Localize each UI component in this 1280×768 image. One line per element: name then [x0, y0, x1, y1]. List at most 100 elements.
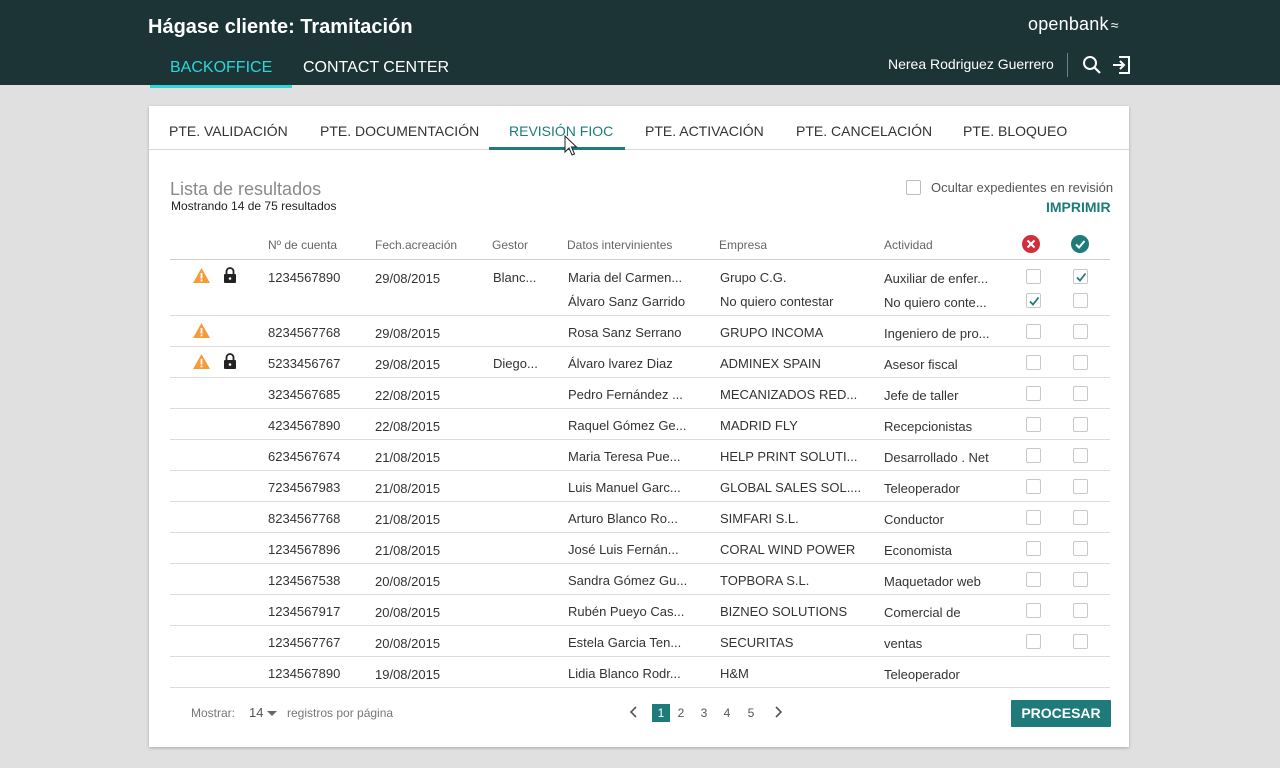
lock-icon [223, 267, 237, 283]
page-size-select[interactable]: 14 [249, 705, 278, 720]
cell-created-date: 20/08/2015 [375, 636, 441, 651]
cell-account[interactable]: 6234567674 [268, 449, 340, 464]
reject-checkbox[interactable] [1026, 634, 1041, 649]
approve-checkbox[interactable] [1073, 448, 1088, 463]
per-page-label: registros por página [287, 706, 394, 720]
approve-checkbox[interactable] [1073, 603, 1088, 618]
cell-account[interactable]: 1234567538 [268, 573, 340, 588]
cell-activity: No quiero conte... [884, 295, 987, 310]
cell-participant: Rosa Sanz Serrano [568, 325, 682, 340]
table-row[interactable]: 1234567890 19/08/2015 Lidia Blanco Rodr...… [170, 657, 1110, 688]
tab-revision-fioc[interactable]: REVISIÓN FIOC [509, 123, 613, 139]
hide-in-review-checkbox[interactable] [906, 180, 921, 195]
tab-pte-bloqueo[interactable]: PTE. BLOQUEO [963, 123, 1067, 139]
reject-checkbox[interactable] [1026, 510, 1041, 525]
tab-pte-activacion[interactable]: PTE. ACTIVACIÓN [645, 123, 764, 139]
cell-account[interactable]: 1234567890 [268, 666, 340, 681]
cell-created-date: 21/08/2015 [375, 450, 441, 465]
nav-tab-contact-center[interactable]: CONTACT CENTER [303, 59, 449, 85]
print-button[interactable]: IMPRIMIR [1046, 199, 1111, 215]
active-tab-indicator [489, 147, 625, 150]
cell-account[interactable]: 3234567685 [268, 387, 340, 402]
table-row[interactable]: 1234567767 20/08/2015 Estela Garcia Ten...… [170, 626, 1110, 657]
page-4[interactable]: 4 [718, 704, 736, 722]
approve-checkbox[interactable] [1073, 541, 1088, 556]
table-row[interactable]: 8234567768 21/08/2015 Arturo Blanco Ro... S… [170, 502, 1110, 533]
reject-checkbox[interactable] [1026, 479, 1041, 494]
approve-checkbox[interactable] [1073, 510, 1088, 525]
reject-checkbox[interactable] [1026, 293, 1041, 308]
table-row[interactable]: 3234567685 22/08/2015 Pedro Fernández ... M… [170, 378, 1110, 409]
cell-account[interactable]: 4234567890 [268, 418, 340, 433]
reject-checkbox[interactable] [1026, 541, 1041, 556]
page-size-value: 14 [249, 705, 264, 720]
approve-checkbox[interactable] [1073, 417, 1088, 432]
page-1[interactable]: 1 [652, 704, 670, 722]
table-row[interactable]: 5233456767 29/08/2015 Diego... Álvaro lvare… [170, 347, 1110, 378]
next-page-icon[interactable] [772, 705, 784, 719]
table-row[interactable]: 1234567890 29/08/2015 Blanc... Maria del Ca… [170, 261, 1110, 316]
table-row[interactable]: 6234567674 21/08/2015 Maria Teresa Pue... H… [170, 440, 1110, 471]
col-account[interactable]: Nº de cuenta [268, 238, 337, 252]
cell-company: Grupo C.G. [720, 270, 787, 285]
cell-participant: Lidia Blanco Rodr... [568, 666, 681, 681]
cell-account[interactable]: 8234567768 [268, 511, 340, 526]
reject-checkbox[interactable] [1026, 355, 1041, 370]
table-row[interactable]: 1234567896 21/08/2015 José Luis Fernán... C… [170, 533, 1110, 564]
approve-checkbox[interactable] [1073, 479, 1088, 494]
page-2[interactable]: 2 [672, 704, 690, 722]
cell-activity: Maquetador web [884, 574, 981, 589]
approve-checkbox[interactable] [1073, 386, 1088, 401]
col-participants[interactable]: Datos intervinientes [567, 238, 672, 252]
table-row[interactable]: 8234567768 29/08/2015 Rosa Sanz Serrano GRU… [170, 316, 1110, 347]
tab-pte-validacion[interactable]: PTE. VALIDACIÓN [169, 123, 288, 139]
page-5[interactable]: 5 [742, 704, 760, 722]
approve-checkbox[interactable] [1073, 355, 1088, 370]
table-row[interactable]: 4234567890 22/08/2015 Raquel Gómez Ge... MA… [170, 409, 1110, 440]
cell-company: GRUPO INCOMA [720, 325, 824, 340]
cell-account[interactable]: 1234567890 [268, 270, 340, 285]
cell-account[interactable]: 5233456767 [268, 356, 340, 371]
cell-account[interactable]: 1234567896 [268, 542, 340, 557]
process-button[interactable]: PROCESAR [1011, 700, 1111, 727]
cell-created-date: 20/08/2015 [375, 574, 441, 589]
reject-checkbox[interactable] [1026, 324, 1041, 339]
cell-account[interactable]: 1234567917 [268, 604, 340, 619]
col-company[interactable]: Empresa [719, 238, 767, 252]
cell-account[interactable]: 8234567768 [268, 325, 340, 340]
page-size-label: Mostrar: [191, 706, 236, 720]
logout-icon[interactable] [1110, 54, 1132, 76]
cell-account[interactable]: 7234567983 [268, 480, 340, 495]
cell-company: HELP PRINT SOLUTI... [720, 449, 858, 464]
approve-icon[interactable] [1071, 235, 1089, 256]
col-manager[interactable]: Gestor [492, 238, 528, 252]
reject-checkbox[interactable] [1026, 572, 1041, 587]
col-created[interactable]: Fech.acreación [375, 238, 457, 252]
col-activity[interactable]: Actividad [884, 238, 933, 252]
table-row[interactable]: 7234567983 21/08/2015 Luis Manuel Garc... G… [170, 471, 1110, 502]
reject-checkbox[interactable] [1026, 269, 1041, 284]
approve-checkbox[interactable] [1073, 293, 1088, 308]
prev-page-icon[interactable] [628, 705, 640, 719]
reject-icon[interactable] [1022, 235, 1040, 256]
cell-participant: Luis Manuel Garc... [568, 480, 681, 495]
cell-created-date: 29/08/2015 [375, 357, 441, 372]
table-row[interactable]: 1234567538 20/08/2015 Sandra Gómez Gu... TO… [170, 564, 1110, 595]
cell-account[interactable]: 1234567767 [268, 635, 340, 650]
reject-checkbox[interactable] [1026, 448, 1041, 463]
approve-checkbox[interactable] [1073, 634, 1088, 649]
approve-checkbox[interactable] [1073, 324, 1088, 339]
tab-pte-documentacion[interactable]: PTE. DOCUMENTACIÓN [320, 123, 479, 139]
cell-activity: Asesor fiscal [884, 357, 958, 372]
approve-checkbox[interactable] [1073, 572, 1088, 587]
page-3[interactable]: 3 [695, 704, 713, 722]
table-row[interactable]: 1234567917 20/08/2015 Rubén Pueyo Cas... BI… [170, 595, 1110, 626]
approve-checkbox[interactable] [1073, 269, 1088, 284]
search-icon[interactable] [1081, 54, 1103, 76]
nav-tab-backoffice[interactable]: BACKOFFICE [150, 59, 293, 88]
reject-checkbox[interactable] [1026, 386, 1041, 401]
cell-participant: Maria del Carmen... [568, 270, 683, 285]
reject-checkbox[interactable] [1026, 603, 1041, 618]
tab-pte-cancelacion[interactable]: PTE. CANCELACIÓN [796, 123, 932, 139]
reject-checkbox[interactable] [1026, 417, 1041, 432]
